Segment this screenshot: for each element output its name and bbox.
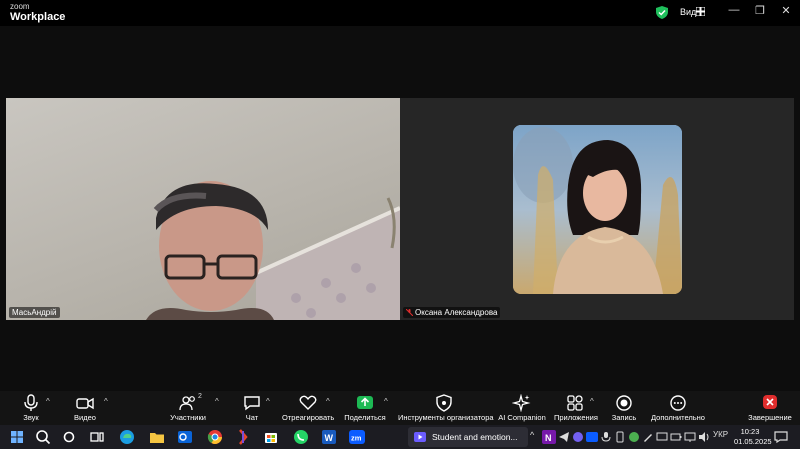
ai-companion-button[interactable]: AI Companion	[498, 391, 546, 425]
share-button[interactable]: Поделиться	[344, 391, 386, 425]
zoom-logo: zoom Workplace	[10, 3, 65, 23]
meeting-toolbar: Звук ^ Видео ^ Участники 2 ^ Чат ^ Отреа…	[0, 391, 800, 425]
brand-big: Workplace	[10, 11, 66, 23]
audio-label: Звук	[23, 413, 39, 422]
windows-start-icon[interactable]	[8, 428, 26, 446]
host-tools-button[interactable]: Инструменты организатора	[398, 391, 494, 425]
clock[interactable]: 10:23 01.05.2025	[734, 427, 772, 447]
audio-options-caret[interactable]: ^	[46, 397, 50, 406]
heart-icon	[299, 395, 317, 410]
more-icon	[670, 395, 686, 411]
view-button[interactable]: Вид	[680, 7, 696, 17]
participant-name-label: Оксана Александрова	[403, 307, 501, 318]
apps-label: Приложения	[554, 413, 598, 422]
participants-icon	[179, 396, 195, 411]
share-label: Поделиться	[344, 413, 386, 422]
record-label: Запись	[611, 413, 637, 422]
cortana-icon[interactable]	[60, 428, 78, 446]
network-icon[interactable]	[656, 431, 668, 443]
share-screen-icon	[357, 396, 373, 409]
volume-icon[interactable]	[698, 431, 710, 443]
zoom-tray-icon[interactable]	[586, 431, 598, 443]
video-options-caret[interactable]: ^	[104, 397, 108, 406]
file-explorer-icon[interactable]	[148, 428, 166, 446]
chat-options-caret[interactable]: ^	[266, 397, 270, 406]
video-app-icon	[414, 432, 426, 442]
word-icon[interactable]: W	[320, 428, 338, 446]
chat-icon	[244, 396, 260, 411]
react-options-caret[interactable]: ^	[326, 397, 330, 406]
whatsapp-icon[interactable]	[292, 428, 310, 446]
svg-text:W: W	[325, 433, 334, 443]
participant-avatar	[513, 125, 682, 294]
task-view-icon[interactable]	[88, 428, 106, 446]
chat-label: Чат	[245, 413, 259, 422]
close-button[interactable]: ✕	[778, 4, 794, 17]
viber-icon[interactable]	[572, 431, 584, 443]
participant-name-text: Оксана Александрова	[415, 308, 498, 317]
participants-options-caret[interactable]: ^	[215, 397, 219, 406]
grid-icon[interactable]	[695, 6, 706, 18]
more-label: Дополнительно	[651, 413, 705, 422]
notifications-icon[interactable]	[774, 430, 788, 444]
microphone-icon	[24, 394, 38, 411]
telegram-icon[interactable]	[558, 431, 570, 443]
sparkle-icon	[512, 394, 531, 412]
video-label: Видео	[74, 413, 96, 422]
minimize-button[interactable]: —	[726, 4, 742, 16]
video-button[interactable]: Видео	[68, 391, 102, 425]
show-hidden-icons[interactable]: ^	[530, 430, 534, 440]
participant-video	[146, 181, 400, 320]
restore-button[interactable]: ❐	[752, 4, 768, 17]
apps-options-caret[interactable]: ^	[590, 397, 594, 406]
svg-text:zm: zm	[351, 434, 362, 443]
apps-icon	[567, 395, 583, 411]
microsoft-store-icon[interactable]	[262, 428, 280, 446]
chrome-icon[interactable]	[206, 428, 224, 446]
onenote-icon[interactable]: N	[542, 430, 556, 444]
battery-icon[interactable]	[670, 431, 682, 443]
shield-icon[interactable]	[656, 6, 668, 19]
participants-label: Участники	[170, 413, 206, 422]
chat-button[interactable]: Чат	[240, 391, 264, 425]
active-app-tab[interactable]: Student and emotion...	[408, 427, 528, 447]
share-options-caret[interactable]: ^	[384, 397, 388, 406]
close-icon	[763, 395, 777, 409]
react-label: Отреагировать	[282, 413, 335, 422]
record-icon	[616, 395, 632, 411]
search-icon[interactable]	[34, 428, 52, 446]
edge-browser-icon[interactable]	[118, 428, 136, 446]
svg-text:N: N	[545, 433, 552, 443]
end-meeting-label: Завершение	[748, 413, 792, 422]
pinned-app-icon[interactable]	[234, 428, 252, 446]
microphone-icon[interactable]	[600, 431, 612, 443]
shield-icon	[436, 394, 452, 412]
title-bar: zoom Workplace Вид — ❐ ✕	[0, 0, 800, 26]
clock-date: 01.05.2025	[734, 437, 772, 446]
zoom-app-icon[interactable]: zm	[348, 428, 366, 446]
brand-small: zoom	[10, 2, 30, 11]
participants-count: 2	[198, 393, 202, 400]
display-icon[interactable]	[684, 431, 696, 443]
pen-icon[interactable]	[642, 431, 654, 443]
input-language[interactable]: УКР	[713, 430, 728, 439]
more-button[interactable]: Дополнительно	[650, 391, 706, 425]
participant-avatar-tile[interactable]: Оксана Александрова	[400, 98, 794, 320]
active-app-title: Student and emotion...	[432, 432, 518, 442]
participant-name-label: МасьАндрій	[9, 307, 60, 318]
video-stage: МасьАндрій Оксана Александрова	[0, 26, 800, 391]
record-button[interactable]: Запись	[610, 391, 638, 425]
antivirus-icon[interactable]	[628, 431, 640, 443]
muted-mic-icon	[405, 308, 414, 317]
taskbar: W zm Student and emotion... ^ N УКР 10:2…	[0, 425, 800, 449]
clock-time: 10:23	[740, 427, 760, 436]
host-tools-label: Инструменты организатора	[398, 413, 494, 422]
video-camera-icon	[76, 397, 94, 410]
audio-button[interactable]: Звук	[14, 391, 48, 425]
ai-companion-label: AI Companion	[498, 413, 546, 422]
usb-icon[interactable]	[614, 431, 626, 443]
participant-video-tile[interactable]: МасьАндрій	[6, 98, 400, 320]
outlook-icon[interactable]	[176, 428, 194, 446]
end-meeting-button[interactable]: Завершение	[748, 391, 792, 425]
